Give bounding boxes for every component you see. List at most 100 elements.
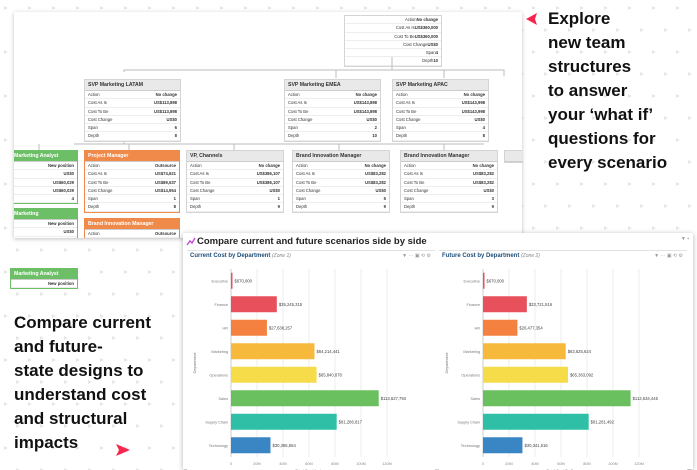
bar[interactable] — [483, 272, 485, 289]
card-row-label: Cost Change — [88, 116, 113, 122]
card-row-value: No change — [463, 92, 485, 97]
card-row-value: US$0 — [474, 116, 485, 122]
card-row-label: Cost To Be — [288, 108, 309, 114]
bar[interactable] — [483, 437, 523, 454]
card-row-value: No change — [364, 163, 386, 168]
brand-innovation-manager-card-2[interactable]: Brand Innovation Manager Action No change C… — [400, 150, 498, 213]
chart-toolbar-icons[interactable]: ▼ ⋯ ▣ ⟲ ⚙ — [654, 253, 683, 259]
card-row: Depth 8 — [85, 203, 179, 212]
marketing-card[interactable]: MarketingNew positionUS$0US$50,029US$50,… — [14, 208, 78, 238]
card-row: Cost Change US$0 — [293, 187, 389, 196]
vp-channels-card[interactable]: VP, Channels Action No change Cost As Is US$… — [186, 150, 284, 213]
bg-triangle — [16, 248, 20, 252]
bg-triangle — [544, 204, 548, 208]
card-row-label: Cost To Be — [396, 108, 417, 114]
category-label: Finance — [466, 303, 480, 307]
bg-triangle — [364, 6, 368, 10]
card-row: Span 3 — [401, 195, 497, 204]
bg-triangle — [4, 138, 8, 142]
chart-toolbar-icons[interactable]: ▼ ⋯ ▣ ⟲ ⚙ — [402, 253, 431, 259]
bar[interactable] — [483, 343, 566, 360]
brand-innovation-manager-card-1[interactable]: Brand Innovation Manager Action No change C… — [292, 150, 390, 213]
card-title: Brand Innovation Manager — [401, 151, 497, 162]
card-title: SVP Marketing LATAM — [85, 80, 180, 91]
bg-triangle — [268, 6, 272, 10]
callout-line: Compare current — [14, 313, 151, 332]
card-row-value: 8 — [482, 133, 485, 139]
category-label: Sales — [471, 397, 481, 401]
bg-triangle — [592, 204, 596, 208]
card-row-value: US$83,282 — [473, 179, 494, 185]
card-row-value: 4 — [482, 125, 485, 131]
bar[interactable] — [231, 296, 277, 313]
panel-filter-icon[interactable]: ▼ ▪ — [681, 236, 689, 242]
callout-line: structures — [548, 57, 632, 76]
bar[interactable] — [483, 413, 589, 430]
card-row-label: Cost As Is — [296, 171, 315, 177]
bar-value-label: $113,627,793 — [381, 396, 407, 401]
current-cost-chart[interactable]: Current Cost by Department (Zone 1) ▼ ⋯ … — [187, 250, 435, 470]
card-row-value: No change — [355, 92, 377, 97]
bg-triangle — [316, 6, 320, 10]
bg-triangle — [4, 94, 8, 98]
card-row: Cost As Is US$113,898 — [85, 99, 180, 108]
brand-innovation-manager-outsource-card[interactable]: Brand Innovation ManagerActionOutsourceC… — [84, 218, 180, 238]
bar[interactable] — [231, 343, 315, 360]
card-row-value: US$0 — [375, 187, 386, 193]
bar-value-label: $113,534,445 — [633, 396, 659, 401]
x-tick-label: 100M — [356, 462, 366, 466]
bar[interactable] — [483, 390, 631, 407]
bar[interactable] — [231, 366, 317, 383]
bar-value-label: $26,477,354 — [519, 325, 543, 330]
card-row: Cost As Is US$83,282 — [293, 170, 389, 179]
card-row-label: Cost To Be — [296, 179, 317, 185]
bar[interactable] — [231, 319, 267, 336]
callout-line: new team — [548, 33, 626, 52]
card-title: Brand Innovation Manager — [85, 219, 179, 230]
card-row-label: Action — [296, 163, 308, 168]
marketing-analyst-card-2[interactable]: Marketing Analyst New position — [10, 268, 78, 290]
svp-card-latam[interactable]: SVP Marketing LATAM Action No change Cost A… — [84, 79, 181, 142]
bg-triangle — [172, 270, 176, 274]
project-manager-card[interactable]: Project Manager Action Outsource Cost As Is… — [84, 150, 180, 213]
bg-triangle — [88, 248, 92, 252]
marketing-analyst-card[interactable]: Marketing Analyst New position US$0 US$60,0… — [14, 150, 78, 205]
card-row-value: US$74,621 — [155, 171, 176, 177]
card-row-value: 9 — [491, 204, 494, 210]
future-cost-chart[interactable]: Future Cost by Department (Zone 2) ▼ ⋯ ▣… — [439, 250, 687, 470]
card-row-value: US$50,029 — [53, 237, 74, 239]
x-tick-label: 60M — [557, 462, 564, 466]
y-axis-label: Department — [192, 352, 197, 374]
card-row: Cost To Be US$386,107 — [187, 179, 283, 187]
card-row-value: Outsource — [155, 163, 176, 168]
bar-value-label: $64,214,441 — [316, 349, 340, 354]
bg-triangle — [88, 292, 92, 296]
card-row: Cost To Be US$113,898 — [85, 108, 180, 116]
bg-triangle — [4, 6, 8, 10]
card-row-value: US$0 — [483, 187, 494, 193]
card-row: Cost Change US$0 — [393, 116, 488, 125]
bar[interactable] — [231, 413, 337, 430]
bg-triangle — [556, 226, 560, 230]
card-row: Span 1 — [187, 195, 283, 204]
svp-card-emea[interactable]: SVP Marketing EMEA Action No change Cost As… — [284, 79, 381, 142]
card-title: Brand Innovation Manager — [293, 151, 389, 162]
svp-card-apac[interactable]: SVP Marketing APAC Action No change Cost As… — [392, 79, 489, 142]
bg-triangle — [172, 6, 176, 10]
card-row: New position — [11, 280, 77, 289]
bar[interactable] — [483, 296, 527, 313]
x-tick-label: 40M — [531, 462, 538, 466]
bar[interactable] — [231, 437, 271, 454]
card-row: US$0 — [14, 228, 77, 237]
bg-triangle — [4, 226, 8, 230]
card-row-label: Depth — [190, 204, 202, 210]
bg-triangle — [436, 6, 440, 10]
bar[interactable] — [483, 366, 568, 383]
bar[interactable] — [483, 319, 518, 336]
card-title: Marketing — [14, 209, 77, 220]
bar[interactable] — [231, 390, 379, 407]
card-row: Span 6 — [85, 124, 180, 133]
bar[interactable] — [231, 272, 233, 289]
scenario-comparison-panel[interactable]: Compare current and future scenarios sid… — [183, 233, 693, 470]
org-chart-view[interactable]: Action No change Cost As Is US$360,000 Cost … — [14, 12, 522, 238]
